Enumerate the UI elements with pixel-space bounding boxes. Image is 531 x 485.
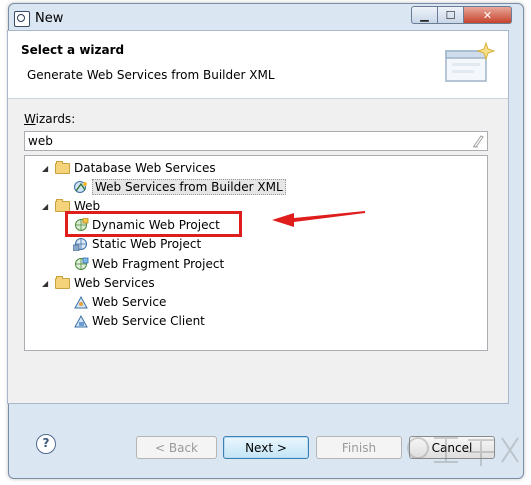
tree-node-label: Static Web Project [92,237,202,251]
back-button[interactable]: < Back [136,436,217,459]
static-web-project-icon [72,237,89,252]
tree-node-web-service[interactable]: Web Service [73,293,166,311]
annotation-highlight-box [65,211,242,237]
tree-node-web-service-client[interactable]: Web Service Client [73,312,205,330]
tree-node-label: Web Fragment Project [92,257,225,271]
web-service-icon [73,295,89,309]
tree-node-web-services[interactable]: ◢ Web Services [42,274,155,292]
finish-button[interactable]: Finish [316,436,402,459]
title-bar: New ▁ ☐ ✕ [9,4,523,32]
annotation-arrow-icon [272,211,365,227]
window-title: New [35,11,64,26]
tree-node-label: Web Service [92,295,167,309]
tree-node-database-web-services[interactable]: ◢ Database Web Services [42,159,216,177]
folder-icon [55,276,71,290]
web-fragment-project-icon [73,257,89,271]
close-button[interactable]: ✕ [464,6,512,24]
maximize-button[interactable]: ☐ [438,6,464,24]
clear-filter-icon[interactable] [471,134,484,148]
tree-node-web-fragment-project[interactable]: Web Fragment Project [73,255,224,273]
wizard-header: Select a wizard Generate Web Services fr… [7,30,509,99]
tree-node-label: Web Services [74,276,155,290]
tree-node-static-web-project[interactable]: Static Web Project [72,235,202,253]
expand-triangle-icon[interactable]: ◢ [42,279,51,288]
tree-node-label: Database Web Services [74,161,216,175]
wizards-label: Wizards: [24,112,76,126]
expand-triangle-icon[interactable]: ◢ [42,164,51,173]
header-description: Generate Web Services from Builder XML [27,68,275,82]
help-icon[interactable]: ? [36,434,56,454]
watermark-logo [407,437,519,466]
header-title: Select a wizard [21,43,125,57]
expand-triangle-icon[interactable]: ◢ [42,202,51,211]
minimize-button[interactable]: ▁ [411,6,438,24]
tree-node-label: Web Service Client [92,314,205,328]
tree-node-web-services-from-builder-xml[interactable]: Web Services from Builder XML [73,178,286,196]
eclipse-app-icon [14,11,30,27]
folder-icon [55,161,71,175]
wizard-filter-input[interactable] [24,131,488,151]
next-button[interactable]: Next > [223,436,309,459]
window-controls: ▁ ☐ ✕ [411,6,512,24]
web-service-builder-icon [73,180,89,194]
tree-node-label: Web Services from Builder XML [92,179,286,195]
web-service-client-icon [73,314,89,328]
wizard-banner-icon [445,41,496,82]
